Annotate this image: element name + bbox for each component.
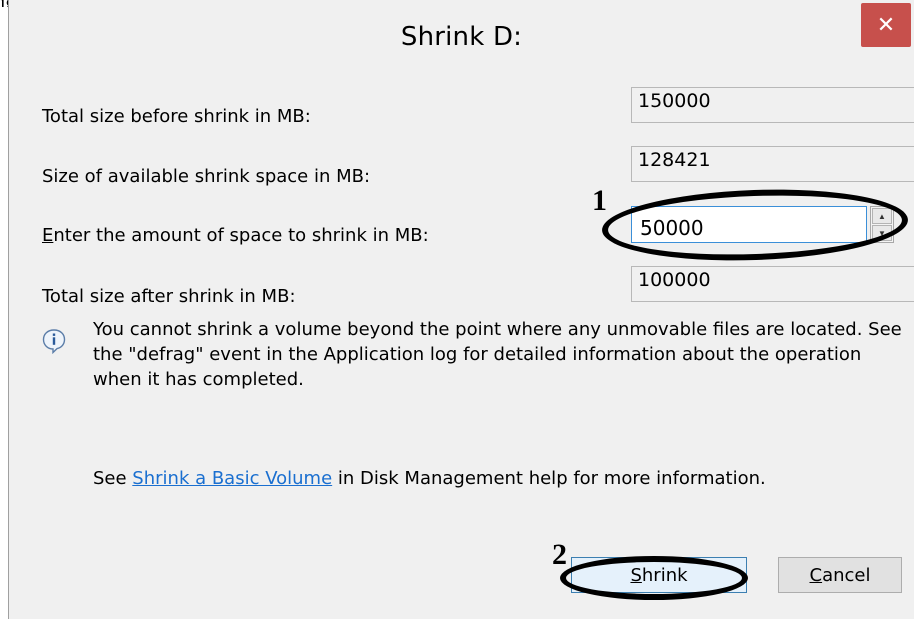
cancel-access-key: C xyxy=(809,564,823,586)
total-after-value: 100000 xyxy=(631,266,914,302)
dialog-title: Shrink D: xyxy=(400,22,523,52)
available-shrink-value: 128421 xyxy=(631,146,914,182)
available-shrink-label: Size of available shrink space in MB: xyxy=(42,166,371,187)
chevron-up-icon: ▲ xyxy=(878,211,886,221)
title-bar: Shrink D: ✕ xyxy=(9,0,914,84)
close-icon: ✕ xyxy=(876,12,896,38)
cancel-button-label: ancel xyxy=(822,564,871,586)
shrink-button[interactable]: Shrink xyxy=(571,557,747,593)
help-link[interactable]: Shrink a Basic Volume xyxy=(132,468,332,489)
shrink-amount-access-key: E xyxy=(42,225,54,246)
info-icon xyxy=(42,329,66,354)
total-before-value: 150000 xyxy=(631,87,914,123)
shrink-amount-spinner: ▲ ▼ xyxy=(870,206,894,243)
help-suffix: in Disk Management help for more informa… xyxy=(332,468,766,489)
shrink-amount-label-text: nter the amount of space to shrink in MB… xyxy=(53,225,429,246)
shrink-access-key: S xyxy=(630,564,642,586)
chevron-down-icon: ▼ xyxy=(878,228,886,238)
cancel-button[interactable]: Cancel xyxy=(778,557,902,593)
help-prefix: See xyxy=(93,468,133,489)
help-line: See Shrink a Basic Volume in Disk Manage… xyxy=(93,468,766,489)
spin-down-button[interactable]: ▼ xyxy=(872,225,892,241)
total-after-label: Total size after shrink in MB: xyxy=(42,286,296,307)
annotation-number-1: 1 xyxy=(592,184,607,217)
info-message: You cannot shrink a volume beyond the po… xyxy=(93,319,902,390)
shrink-amount-input[interactable] xyxy=(631,206,867,243)
shrink-button-label: hrink xyxy=(641,564,688,586)
close-button[interactable]: ✕ xyxy=(861,3,911,47)
shrink-dialog: Shrink D: ✕ Total size before shrink in … xyxy=(8,0,914,619)
shrink-amount-label: Enter the amount of space to shrink in M… xyxy=(42,225,429,246)
spin-up-button[interactable]: ▲ xyxy=(872,208,892,224)
annotation-number-2: 2 xyxy=(552,538,567,571)
total-before-label: Total size before shrink in MB: xyxy=(42,106,311,127)
